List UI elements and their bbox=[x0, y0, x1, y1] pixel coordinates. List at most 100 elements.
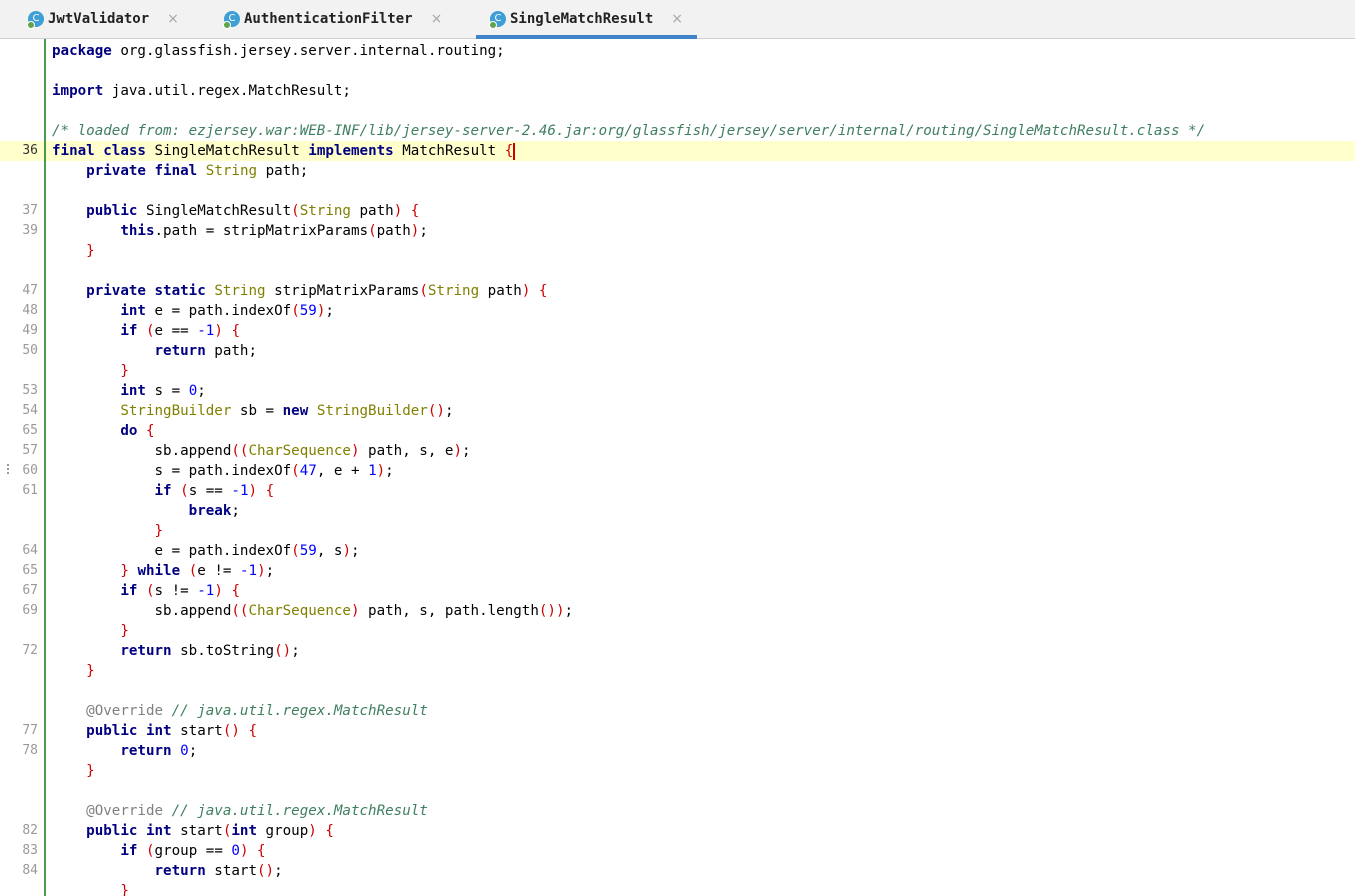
close-icon[interactable]: × bbox=[167, 11, 179, 27]
code-token: ) bbox=[350, 443, 360, 459]
code-line[interactable]: } bbox=[46, 241, 1355, 261]
code-line[interactable] bbox=[46, 781, 1355, 801]
code-text: } bbox=[52, 761, 95, 781]
code-token: ( bbox=[368, 223, 377, 239]
code-line[interactable]: /* loaded from: ezjersey.war:WEB-INF/lib… bbox=[46, 121, 1355, 141]
code-token: path, s, e bbox=[359, 443, 454, 459]
code-text: private final String path; bbox=[52, 161, 308, 181]
code-line[interactable]: int e = path.indexOf(59); bbox=[46, 301, 1355, 321]
code-token: sb.append bbox=[52, 603, 232, 619]
tab-authentication-filter[interactable]: C AuthenticationFilter × bbox=[223, 0, 443, 38]
code-line[interactable]: } bbox=[46, 361, 1355, 381]
code-token: if bbox=[120, 323, 138, 339]
code-text: return start(); bbox=[52, 861, 283, 881]
code-token: sb = bbox=[231, 403, 283, 419]
code-token: /* loaded from: ezjersey.war:WEB-INF/lib… bbox=[52, 123, 1206, 139]
line-number: 72 bbox=[22, 643, 38, 658]
code-text: e = path.indexOf(59, s); bbox=[52, 541, 359, 561]
line-number: 36 bbox=[22, 143, 38, 158]
code-text: if (e == -1) { bbox=[52, 321, 240, 341]
code-token: org.glassfish.jersey.server.internal.rou… bbox=[111, 43, 505, 59]
code-line[interactable]: import java.util.regex.MatchResult; bbox=[46, 81, 1355, 101]
code-line[interactable]: private static String stripMatrixParams(… bbox=[46, 281, 1355, 301]
code-line[interactable] bbox=[46, 61, 1355, 81]
code-text: public SingleMatchResult(String path) { bbox=[52, 201, 419, 221]
code-line[interactable]: final class SingleMatchResult implements… bbox=[46, 141, 1355, 161]
code-token: () bbox=[274, 643, 292, 659]
code-line[interactable]: } bbox=[46, 521, 1355, 541]
code-line[interactable]: public SingleMatchResult(String path) { bbox=[46, 201, 1355, 221]
code-line[interactable]: if (group == 0) { bbox=[46, 841, 1355, 861]
code-line[interactable]: if (s == -1) { bbox=[46, 481, 1355, 501]
close-icon[interactable]: × bbox=[431, 11, 443, 27]
line-number: 48 bbox=[22, 303, 38, 318]
class-icon: C bbox=[27, 11, 44, 29]
line-number: 77 bbox=[22, 723, 38, 738]
code-line[interactable]: break; bbox=[46, 501, 1355, 521]
code-line[interactable]: this.path = stripMatrixParams(path); bbox=[46, 221, 1355, 241]
code-line[interactable]: do { bbox=[46, 421, 1355, 441]
code-line[interactable]: s = path.indexOf(47, e + 1); bbox=[46, 461, 1355, 481]
code-line[interactable]: } bbox=[46, 881, 1355, 896]
drag-handle-icon[interactable] bbox=[7, 462, 11, 478]
code-line[interactable]: @Override // java.util.regex.MatchResult bbox=[46, 701, 1355, 721]
close-icon[interactable]: × bbox=[671, 11, 683, 27]
code-token: final bbox=[52, 143, 95, 159]
line-number: 49 bbox=[22, 323, 38, 338]
code-line[interactable]: e = path.indexOf(59, s); bbox=[46, 541, 1355, 561]
code-line[interactable]: sb.append((CharSequence) path, s, path.l… bbox=[46, 601, 1355, 621]
code-token: ) bbox=[453, 443, 463, 459]
code-line[interactable]: public int start() { bbox=[46, 721, 1355, 741]
code-line[interactable]: } bbox=[46, 761, 1355, 781]
code-token: -1 bbox=[239, 563, 258, 579]
code-line[interactable]: public int start(int group) { bbox=[46, 821, 1355, 841]
code-line[interactable]: return sb.toString(); bbox=[46, 641, 1355, 661]
code-line[interactable] bbox=[46, 681, 1355, 701]
code-line[interactable]: return path; bbox=[46, 341, 1355, 361]
code-token: ) bbox=[393, 203, 403, 219]
code-line[interactable]: return start(); bbox=[46, 861, 1355, 881]
code-line[interactable]: package org.glassfish.jersey.server.inte… bbox=[46, 41, 1355, 61]
code-text: s = path.indexOf(47, e + 1); bbox=[52, 461, 393, 481]
code-token: path, s, path.length bbox=[359, 603, 539, 619]
code-text: @Override // java.util.regex.MatchResult bbox=[52, 801, 428, 821]
code-line[interactable] bbox=[46, 261, 1355, 281]
code-line[interactable]: int s = 0; bbox=[46, 381, 1355, 401]
code-line[interactable]: } bbox=[46, 661, 1355, 681]
code-line[interactable]: if (e == -1) { bbox=[46, 321, 1355, 341]
code-line[interactable]: StringBuilder sb = new StringBuilder(); bbox=[46, 401, 1355, 421]
code-line[interactable]: return 0; bbox=[46, 741, 1355, 761]
code-line[interactable]: } bbox=[46, 621, 1355, 641]
code-line[interactable]: sb.append((CharSequence) path, s, e); bbox=[46, 441, 1355, 461]
code-token: { bbox=[231, 583, 240, 599]
code-editor[interactable]: package org.glassfish.jersey.server.inte… bbox=[46, 39, 1355, 896]
code-token: 0 bbox=[231, 843, 240, 859]
code-token: { bbox=[248, 723, 258, 739]
line-number: 67 bbox=[22, 583, 38, 598]
code-line[interactable]: } while (e != -1); bbox=[46, 561, 1355, 581]
tab-single-match-result[interactable]: C SingleMatchResult × bbox=[476, 0, 698, 39]
code-token: , s bbox=[316, 543, 343, 559]
code-token: s == bbox=[188, 483, 232, 499]
code-token: ( bbox=[291, 203, 300, 219]
code-line[interactable]: if (s != -1) { bbox=[46, 581, 1355, 601]
code-line[interactable] bbox=[46, 101, 1355, 121]
code-token: ; bbox=[444, 403, 454, 419]
code-line[interactable]: @Override // java.util.regex.MatchResult bbox=[46, 801, 1355, 821]
code-line[interactable]: private final String path; bbox=[46, 161, 1355, 181]
code-token: CharSequence bbox=[248, 443, 351, 459]
code-token: start bbox=[171, 723, 223, 739]
code-line[interactable] bbox=[46, 181, 1355, 201]
tab-jwt-validator[interactable]: C JwtValidator × bbox=[27, 0, 179, 38]
code-token: SingleMatchResult bbox=[137, 203, 292, 219]
code-token: s = path.indexOf bbox=[52, 463, 292, 479]
code-text: import java.util.regex.MatchResult; bbox=[52, 81, 351, 101]
code-token: () bbox=[427, 403, 445, 419]
line-number: 61 bbox=[22, 483, 38, 498]
code-token: ; bbox=[462, 443, 471, 459]
